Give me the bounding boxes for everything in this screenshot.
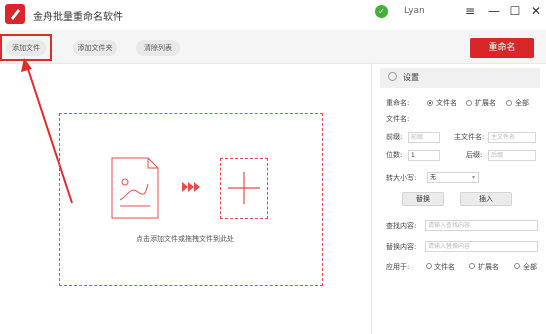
- settings-title: 设置: [403, 73, 419, 82]
- radio-apply-extension-label: 扩展名: [478, 263, 499, 271]
- replace-button[interactable]: 替换: [402, 192, 444, 206]
- suffix-label: 后缀:: [466, 151, 483, 159]
- radio-rename-filename-label: 文件名: [436, 99, 457, 107]
- case-select[interactable]: 无 ▾: [427, 172, 479, 183]
- app-logo-icon: [5, 4, 25, 24]
- close-icon[interactable]: ✕: [528, 3, 544, 19]
- add-placeholder-box[interactable]: [220, 158, 268, 219]
- case-label: 转大小写:: [386, 174, 417, 182]
- radio-rename-all-label: 全部: [515, 99, 529, 107]
- radio-apply-all[interactable]: [514, 263, 520, 269]
- suffix-input[interactable]: 后缀: [488, 150, 536, 161]
- radio-apply-filename[interactable]: [426, 263, 432, 269]
- add-folder-button[interactable]: 添加文件夹: [73, 40, 117, 56]
- rename-button[interactable]: 重命名: [470, 38, 534, 58]
- maximize-icon[interactable]: ☐: [507, 3, 523, 19]
- replace-content-label: 替换内容:: [386, 243, 417, 251]
- digits-label: 位数:: [386, 151, 403, 159]
- user-name[interactable]: Lyan: [404, 6, 425, 16]
- main-name-label: 主文件名:: [454, 133, 485, 141]
- filename-label: 文件名:: [386, 115, 410, 123]
- find-label: 查找内容:: [386, 222, 417, 230]
- replace-input[interactable]: 请输入替换内容: [425, 241, 538, 252]
- radio-apply-extension[interactable]: [469, 263, 475, 269]
- main-name-input[interactable]: 主文件名: [488, 132, 536, 143]
- radio-rename-all[interactable]: [506, 100, 512, 106]
- radio-rename-filename[interactable]: [427, 100, 433, 106]
- file-drop-zone[interactable]: [59, 113, 323, 286]
- drop-hint-text: 点击添加文件或拖拽文件到此处: [136, 235, 234, 243]
- insert-button[interactable]: 插入: [460, 192, 512, 206]
- settings-gear-icon: [388, 72, 397, 81]
- clear-list-button[interactable]: 清除列表: [136, 40, 180, 56]
- annotation-highlight-box: [0, 34, 52, 61]
- prefix-input[interactable]: 前缀: [408, 132, 440, 143]
- panel-divider: [371, 63, 372, 334]
- app-title: 金舟批量重命名软件: [33, 12, 123, 23]
- radio-apply-all-label: 全部: [523, 263, 537, 271]
- prefix-label: 前缀:: [386, 133, 403, 141]
- case-select-value: 无: [430, 174, 437, 181]
- wechat-icon[interactable]: ✓: [375, 5, 388, 18]
- radio-apply-filename-label: 文件名: [434, 263, 455, 271]
- apply-label: 应用于:: [386, 263, 410, 271]
- chevron-down-icon: ▾: [471, 174, 475, 181]
- find-input[interactable]: 请输入查找内容: [425, 220, 538, 231]
- minimize-icon[interactable]: —: [486, 3, 502, 19]
- rename-label: 重命名:: [386, 99, 410, 107]
- radio-rename-extension[interactable]: [466, 100, 472, 106]
- logo-pen-svg: [11, 9, 20, 20]
- digits-input[interactable]: 1: [408, 150, 440, 161]
- radio-rename-extension-label: 扩展名: [475, 99, 496, 107]
- menu-icon[interactable]: ≡: [462, 3, 478, 19]
